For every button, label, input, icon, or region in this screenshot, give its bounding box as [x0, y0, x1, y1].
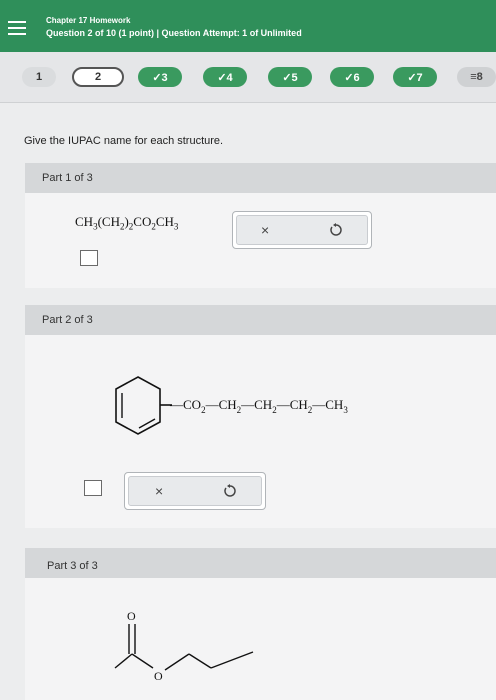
- question-1-button[interactable]: 1: [22, 67, 56, 87]
- question-7-button[interactable]: ✓7: [393, 67, 437, 87]
- question-5-button[interactable]: ✓5: [268, 67, 312, 87]
- part-2-undo-icon[interactable]: [223, 484, 237, 498]
- question-info: Question 2 of 10 (1 point) | Question At…: [46, 28, 302, 38]
- part-1-label: Part 1 of 3: [42, 172, 93, 184]
- ester-bond-2: [164, 653, 190, 671]
- part-2-header: Part 2 of 3: [25, 305, 496, 335]
- ester-oxygen: O: [154, 669, 163, 683]
- part-2-structure: —CO2—CH2—CH2—CH2—CH3: [115, 376, 348, 435]
- part-2-chain: —CO2—CH2—CH2—CH2—CH3: [169, 397, 348, 415]
- question-6-button[interactable]: ✓6: [330, 67, 374, 87]
- part-1-toolbar: ×: [232, 211, 372, 249]
- question-8-button[interactable]: ≡8: [457, 67, 496, 87]
- header-text: Chapter 17 Homework Question 2 of 10 (1 …: [46, 16, 302, 38]
- part-3-label: Part 3 of 3: [47, 560, 98, 572]
- question-4-button[interactable]: ✓4: [203, 67, 247, 87]
- carbonyl-oxygen: O: [127, 609, 136, 623]
- top-header: Chapter 17 Homework Question 2 of 10 (1 …: [0, 0, 496, 52]
- part-3-structure: O O: [114, 609, 254, 683]
- part-1-answer-box[interactable]: [80, 250, 98, 266]
- part-1-formula: CH3(CH2)2CO2CH3: [75, 214, 179, 232]
- part-2-toolbar-inner: [128, 476, 262, 506]
- question-prompt: Give the IUPAC name for each structure.: [24, 135, 224, 147]
- hamburger-menu-icon[interactable]: [6, 17, 28, 39]
- question-3-button[interactable]: ✓3: [138, 67, 182, 87]
- part-2-clear-icon[interactable]: ×: [155, 483, 163, 499]
- part-1-header: Part 1 of 3: [25, 163, 496, 193]
- part-3-header: Part 3 of 3: [25, 548, 496, 578]
- methyl-bond: [114, 653, 133, 669]
- chain-bond-2: [210, 651, 254, 669]
- part-2-label: Part 2 of 3: [42, 314, 93, 326]
- chain-bond-1: [188, 653, 212, 669]
- part-1-toolbar-inner: [236, 215, 368, 245]
- part-1-undo-icon[interactable]: [329, 223, 343, 237]
- part-2-toolbar: ×: [124, 472, 266, 510]
- question-navigation: 1 2 ✓3 ✓4 ✓5 ✓6 ✓7 ≡8: [0, 52, 496, 103]
- assignment-title: Chapter 17 Homework: [46, 16, 131, 25]
- question-2-button[interactable]: 2: [72, 67, 124, 87]
- part-2-answer-box[interactable]: [84, 480, 102, 496]
- ester-bond-1: [131, 653, 154, 669]
- part-1-clear-icon[interactable]: ×: [261, 222, 269, 238]
